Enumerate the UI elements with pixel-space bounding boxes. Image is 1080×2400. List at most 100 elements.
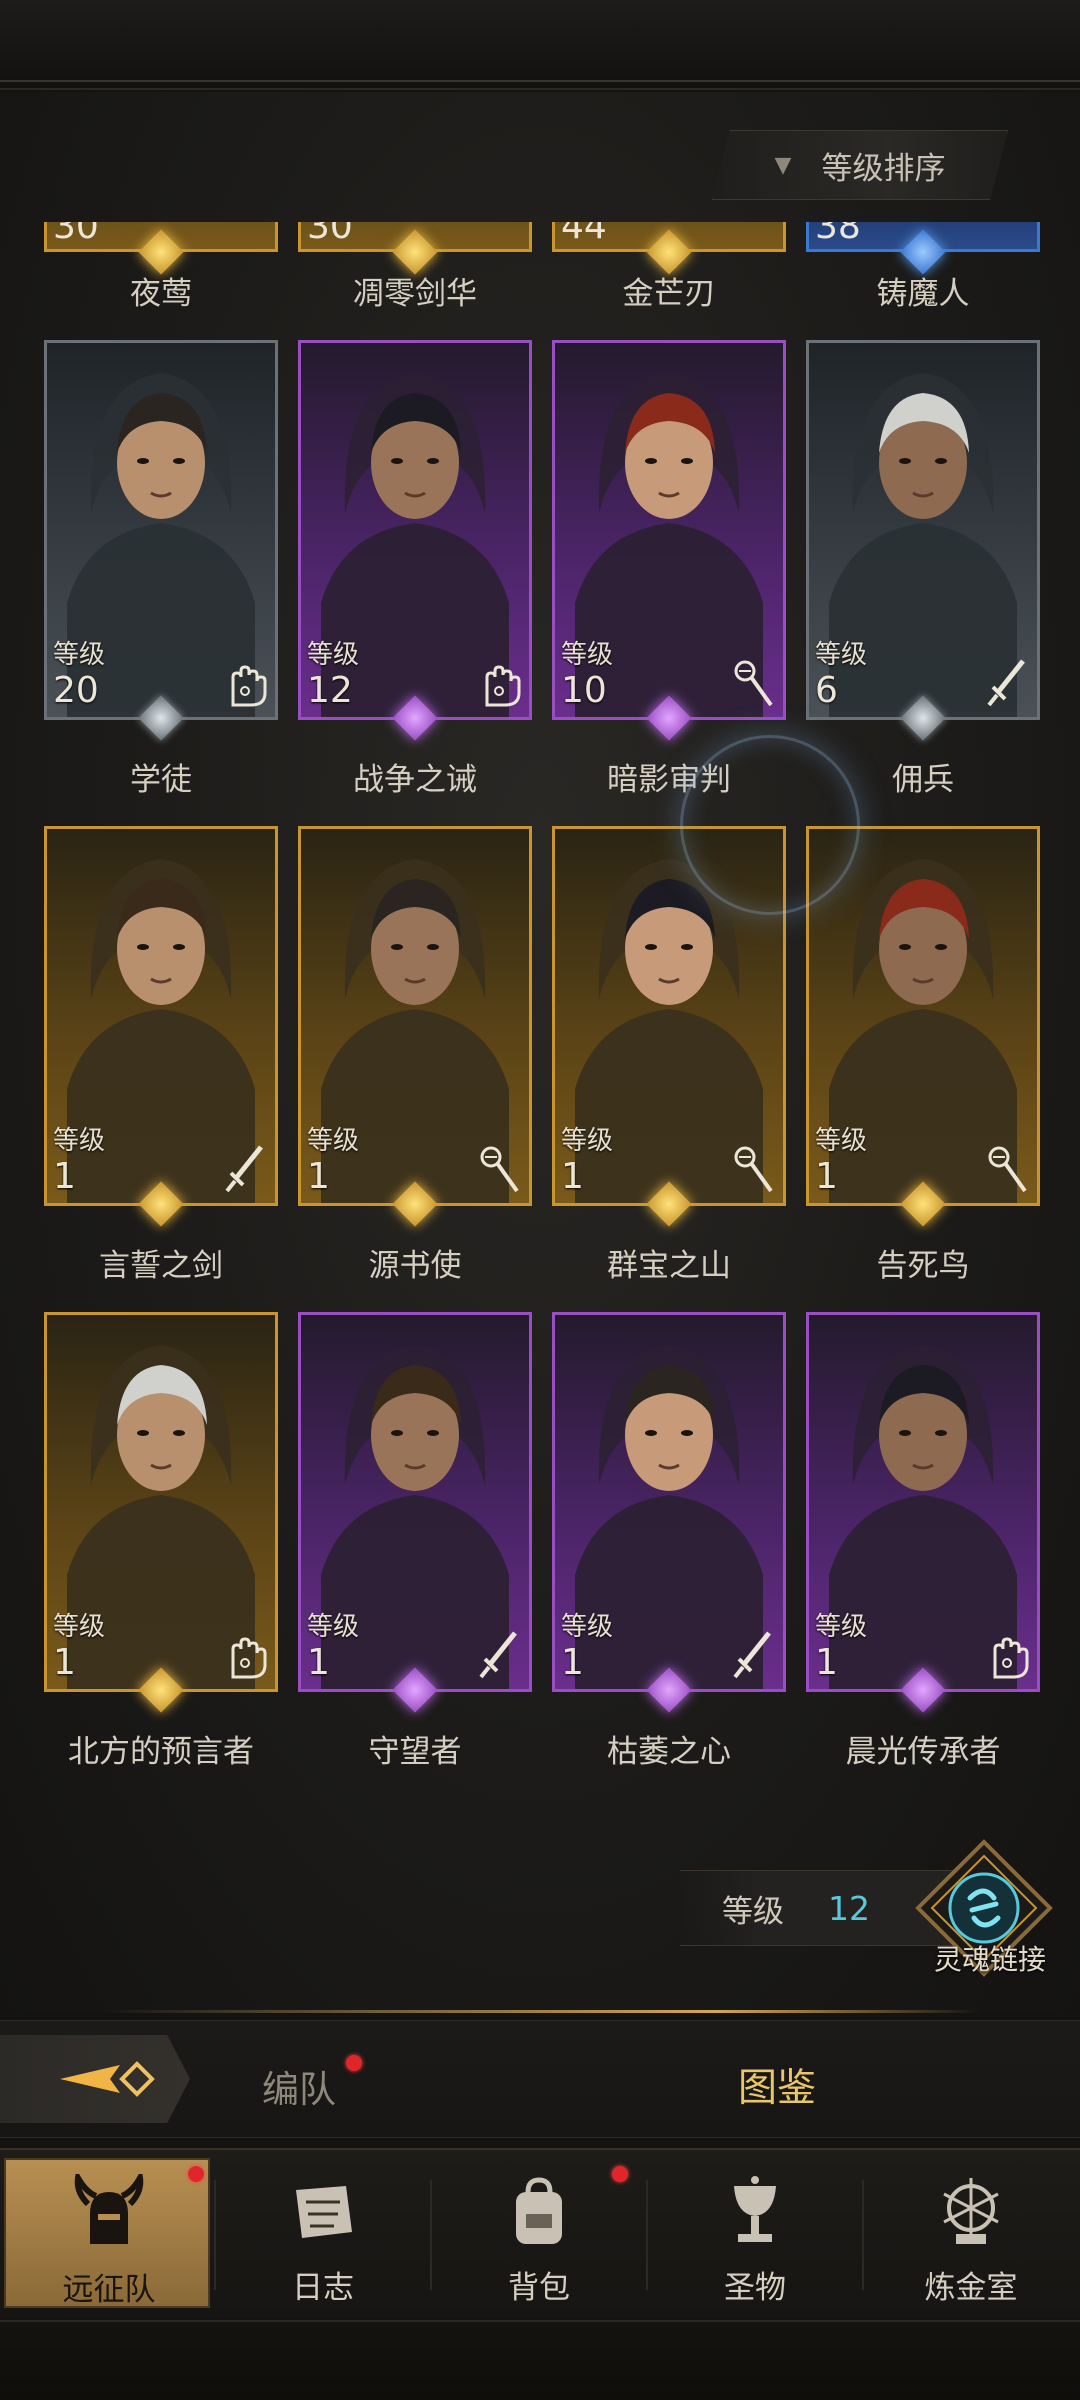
hero-level-label: 等级: [53, 1126, 106, 1156]
hero-level-label: 等级: [561, 1126, 614, 1156]
hero-name: 凋零剑华: [353, 276, 477, 312]
scroll-icon: [296, 2186, 352, 2238]
sword-icon: [223, 1143, 267, 1195]
backpack-icon: [516, 2177, 562, 2244]
hero-level-value: 1: [307, 1156, 330, 1197]
hero-level-label: 等级: [53, 1612, 106, 1642]
notification-dot: [188, 2166, 204, 2182]
hero-level-label: 等级: [815, 640, 868, 670]
hero-card-frame: 等级 1: [298, 826, 532, 1206]
hero-card-frame: 等级 1: [552, 1312, 786, 1692]
hero-level-value: 44: [561, 222, 607, 247]
nav-separator: [646, 2180, 648, 2290]
hero-name: 源书使: [368, 1248, 462, 1284]
nav-alchemy[interactable]: 炼金室: [868, 2158, 1074, 2308]
hero-level-value: 1: [561, 1156, 584, 1197]
nav-label: 远征队: [62, 2272, 156, 2308]
divider-line: [100, 2010, 980, 2013]
soul-link-label: 灵魂链接: [933, 1943, 1046, 1976]
portal-ring-effect: [680, 735, 860, 915]
horned-helmet-icon: [74, 2174, 144, 2244]
hero-level-label: 等级: [307, 1612, 360, 1642]
tab-formation[interactable]: 编队: [262, 2059, 336, 2113]
hero-level-label: 等级: [307, 640, 360, 670]
hero-name: 夜莺: [130, 276, 192, 312]
hero-level-label: 等级: [815, 1126, 868, 1156]
hero-level-label: 等级: [815, 1612, 868, 1642]
hero-level-value: 30: [53, 222, 99, 247]
nav-label: 炼金室: [924, 2270, 1018, 2306]
sword-icon: [731, 1629, 775, 1681]
hero-level-value: 1: [307, 1642, 330, 1683]
staff-icon: [731, 1143, 775, 1195]
hero-name: 守望者: [368, 1734, 462, 1770]
hero-card-frame: 等级 12: [298, 340, 532, 720]
bottom-frame: [0, 2320, 1080, 2400]
hero-card-frame: 等级 1: [806, 826, 1040, 1206]
hero-level-label: 等级: [307, 1126, 360, 1156]
hero-card-frame: 等级 1: [44, 826, 278, 1206]
hero-card-frame: 等级 1: [298, 1312, 532, 1692]
nav-separator: [430, 2180, 432, 2290]
hero-level-value: 1: [561, 1642, 584, 1683]
hero-name: 告死鸟: [876, 1248, 970, 1284]
nav-label: 日志: [292, 2270, 354, 2306]
hero-card-frame: 等级 1: [44, 1312, 278, 1692]
hero-name: 言誓之剑: [99, 1248, 223, 1284]
arrow-left-icon: [60, 2061, 155, 2097]
hero-name: 晨光传承者: [845, 1734, 1001, 1770]
hero-level-value: 1: [815, 1156, 838, 1197]
soul-link-level-label: 等级: [722, 1893, 784, 1930]
sword-icon: [477, 1629, 521, 1681]
hero-level-value: 12: [307, 670, 353, 711]
staff-icon: [477, 1143, 521, 1195]
chalice-icon: [734, 2176, 776, 2242]
nav-label: 圣物: [724, 2270, 786, 2306]
hand-icon: [223, 657, 267, 709]
hero-name: 群宝之山: [607, 1248, 731, 1284]
hero-card-frame: 等级 6: [806, 340, 1040, 720]
subtab-bar: 编队 图鉴: [0, 2020, 1080, 2138]
hero-name: 枯萎之心: [607, 1734, 731, 1770]
hero-level-value: 38: [815, 222, 861, 247]
hero-name: 金芒刃: [622, 276, 716, 312]
hero-name: 战争之诫: [353, 762, 477, 798]
bottom-navigation: 远征队 日志 背包 圣物 炼金室: [0, 2148, 1080, 2318]
soul-link-level-value: 12: [828, 1888, 870, 1928]
nav-backpack[interactable]: 背包: [436, 2158, 642, 2308]
hand-icon: [223, 1629, 267, 1681]
nav-separator: [214, 2180, 216, 2290]
hero-name: 学徒: [130, 762, 192, 798]
hero-level-value: 6: [815, 670, 838, 711]
hero-level-label: 等级: [53, 640, 106, 670]
hero-level-label: 等级: [561, 1612, 614, 1642]
notification-dot: [346, 2055, 362, 2071]
hero-grid: 30 夜莺 30 凋零剑华 44 金芒刃 38 铸魔人 等级 20 学徒 等级 12 战争之诫 等级 10 暗影…: [0, 0, 1080, 1800]
alchemy-icon: [943, 2178, 999, 2244]
tab-codex[interactable]: 图鉴: [738, 2057, 816, 2113]
nav-expedition[interactable]: 远征队: [4, 2158, 210, 2308]
hero-level-value: 1: [53, 1642, 76, 1683]
hand-icon: [985, 1629, 1029, 1681]
hero-level-value: 10: [561, 670, 607, 711]
nav-relics[interactable]: 圣物: [652, 2158, 858, 2308]
hero-card-frame: 等级 10: [552, 340, 786, 720]
nav-label: 背包: [508, 2270, 570, 2306]
staff-icon: [985, 1143, 1029, 1195]
back-button[interactable]: [0, 2035, 190, 2123]
hero-level-value: 1: [815, 1642, 838, 1683]
hero-level-value: 20: [53, 670, 99, 711]
staff-icon: [731, 657, 775, 709]
hero-card-frame: 等级 1: [806, 1312, 1040, 1692]
hero-name: 北方的预言者: [68, 1734, 254, 1770]
hero-level-label: 等级: [561, 640, 614, 670]
nav-journal[interactable]: 日志: [220, 2158, 426, 2308]
nav-separator: [862, 2180, 864, 2290]
hand-icon: [477, 657, 521, 709]
notification-dot: [612, 2166, 628, 2182]
hero-level-value: 30: [307, 222, 353, 247]
hero-card-frame: 等级 20: [44, 340, 278, 720]
hero-level-value: 1: [53, 1156, 76, 1197]
sword-icon: [985, 657, 1029, 709]
hero-name: 铸魔人: [876, 276, 970, 312]
